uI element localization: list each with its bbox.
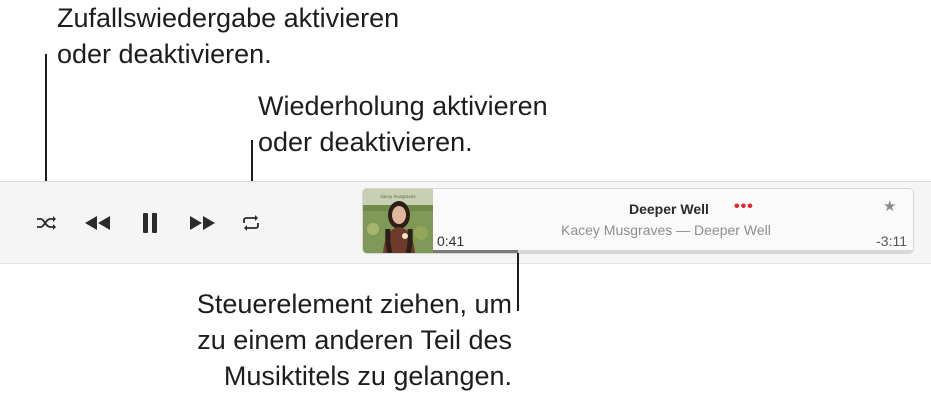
- next-button[interactable]: [186, 202, 218, 244]
- callout-shuffle-line-1: Zufallswiedergabe aktivieren: [57, 3, 400, 33]
- artist-album-label[interactable]: Kacey Musgraves — Deeper Well: [561, 222, 771, 238]
- callout-shuffle: Zufallswiedergabe aktivieren oder deakti…: [57, 0, 399, 72]
- pause-icon: [143, 213, 157, 233]
- callout-scrubber-line-3: Musiktitels zu gelangen.: [223, 361, 512, 391]
- callout-repeat-line-2: oder deaktivieren.: [258, 127, 473, 157]
- more-options-button[interactable]: •••: [734, 198, 754, 216]
- artwork-lettering: kacey musgraves: [380, 194, 415, 199]
- playback-progress-fill: [433, 250, 518, 253]
- shuffle-icon: [37, 216, 56, 230]
- repeat-icon: [243, 215, 259, 231]
- leader-line-shuffle: [45, 54, 47, 194]
- callout-repeat: Wiederholung aktivieren oder deaktiviere…: [258, 88, 548, 160]
- now-playing-display: kacey musgraves Deeper Well ••• ★ Kacey …: [362, 188, 914, 254]
- backward-icon: [85, 216, 110, 230]
- leader-line-scrubber: [517, 253, 519, 311]
- remaining-time[interactable]: -3:11: [876, 233, 907, 249]
- callout-scrubber-line-1: Steuerelement ziehen, um: [196, 289, 512, 319]
- callout-repeat-line-1: Wiederholung aktivieren: [258, 91, 548, 121]
- forward-icon: [190, 216, 215, 230]
- callout-shuffle-line-2: oder deaktivieren.: [57, 39, 272, 69]
- repeat-button[interactable]: [238, 202, 264, 244]
- callout-scrubber-line-2: zu einem anderen Teil des: [197, 325, 512, 355]
- shuffle-button[interactable]: [34, 202, 60, 244]
- elapsed-time: 0:41: [437, 233, 465, 249]
- player-toolbar: kacey musgraves Deeper Well ••• ★ Kacey …: [0, 181, 931, 264]
- playback-scrubber[interactable]: [433, 250, 913, 253]
- favorite-star-icon[interactable]: ★: [883, 197, 896, 215]
- previous-button[interactable]: [82, 202, 114, 244]
- callout-scrubber: Steuerelement ziehen, um zu einem andere…: [160, 286, 512, 394]
- album-artwork[interactable]: kacey musgraves: [363, 189, 433, 253]
- pause-button[interactable]: [137, 202, 163, 244]
- track-title: Deeper Well: [629, 201, 709, 217]
